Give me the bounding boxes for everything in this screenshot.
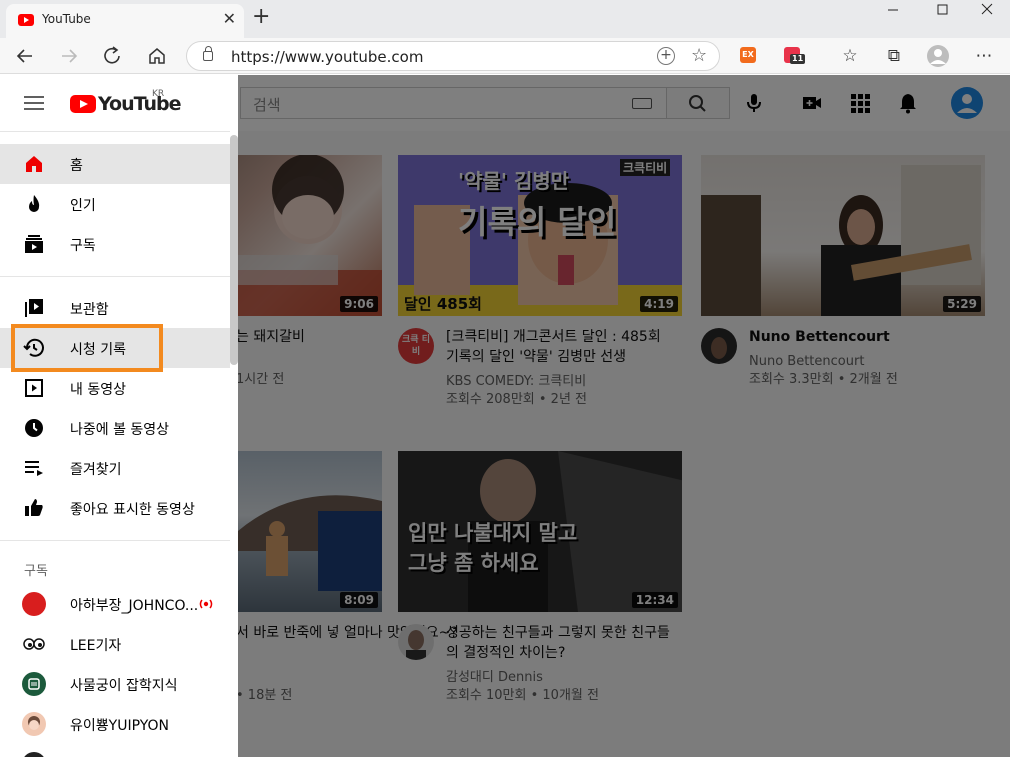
divider (0, 131, 230, 132)
sidebar-item-label: 내 동영상 (70, 382, 126, 398)
address-bar[interactable]: https://www.youtube.com + ☆ (186, 41, 720, 71)
subscription-item[interactable]: 유이뿅YUIPYON (0, 704, 230, 744)
tab-title: YouTube (42, 12, 91, 26)
home-icon (26, 156, 42, 172)
url-text: https://www.youtube.com (231, 48, 424, 66)
liked-icon (25, 499, 43, 516)
channel-avatar (22, 712, 46, 736)
youtube-favicon-icon (18, 14, 34, 26)
subscription-item[interactable] (0, 744, 230, 757)
divider (0, 540, 230, 541)
collections-icon[interactable]: ⧉ (882, 44, 906, 68)
subscription-item[interactable]: LEE기자 (0, 624, 230, 664)
youtube-play-icon (70, 95, 96, 113)
forward-button[interactable] (56, 44, 82, 68)
sidebar-item-label: 홈 (70, 158, 83, 174)
browser-toolbar: https://www.youtube.com + ☆ EX 11 ☆ ⧉ ⋯ (0, 38, 1010, 74)
new-tab-button[interactable]: + (252, 6, 270, 28)
sidebar-item-playlist[interactable]: 즐겨찾기 (0, 448, 230, 488)
drawer-scrollbar[interactable] (230, 135, 238, 365)
sidebar-item-my-videos[interactable]: 내 동영상 (0, 368, 230, 408)
sidebar-item-home[interactable]: 홈 (0, 144, 230, 184)
subscription-label: 유이뿅YUIPYON (70, 718, 169, 734)
extension-badge-icon[interactable]: 11 (784, 47, 806, 64)
my-videos-icon (25, 379, 43, 397)
logo-region: KR (152, 89, 165, 99)
channel-avatar (22, 752, 46, 757)
sidebar-item-label: 보관함 (70, 302, 109, 318)
extension-badge-count: 11 (790, 54, 806, 64)
more-menu-icon[interactable]: ⋯ (972, 44, 996, 68)
subscription-item[interactable]: 사물궁이 잡학지식 (0, 664, 230, 704)
sidebar-item-label: 인기 (70, 198, 96, 214)
library-icon (25, 299, 43, 317)
browser-tab-bar: YouTube ✕ + (0, 0, 1010, 38)
favorite-star-icon[interactable]: ☆ (691, 45, 707, 66)
sidebar-item-label: 좋아요 표시한 동영상 (70, 502, 195, 518)
maximize-button[interactable] (918, 0, 964, 30)
subscription-label: 사물궁이 잡학지식 (70, 678, 178, 694)
subscription-item[interactable]: 아하부장_JOHNCO... (0, 584, 230, 624)
back-button[interactable] (12, 44, 38, 68)
channel-avatar (22, 592, 46, 616)
sidebar-item-subscriptions[interactable]: 구독 (0, 224, 230, 264)
watch-later-icon (25, 419, 43, 437)
menu-icon[interactable] (24, 96, 44, 110)
extension-ex-icon[interactable]: EX (740, 47, 756, 63)
divider (0, 276, 230, 277)
minimize-button[interactable] (870, 0, 916, 30)
browser-tab[interactable]: YouTube ✕ (6, 4, 244, 38)
subscriptions-heading: 구독 (24, 564, 48, 579)
tab-close-button[interactable]: ✕ (223, 11, 236, 27)
sidebar-item-watch-later[interactable]: 나중에 볼 동영상 (0, 408, 230, 448)
sidebar-item-trending[interactable]: 인기 (0, 184, 230, 224)
sidebar-item-label: 즐겨찾기 (70, 462, 122, 478)
close-window-button[interactable] (964, 0, 1010, 30)
channel-avatar (22, 632, 46, 656)
sidebar-item-label: 구독 (70, 238, 96, 254)
channel-avatar (22, 672, 46, 696)
subscription-label: LEE기자 (70, 638, 122, 654)
playlist-icon (25, 461, 43, 476)
refresh-button[interactable] (100, 44, 126, 68)
logo-wordmark: YouTube (98, 93, 181, 115)
live-icon (199, 599, 213, 609)
subscription-label: 아하부장_JOHNCO... (70, 598, 199, 614)
favorites-icon[interactable]: ☆ (838, 44, 862, 68)
sidebar-item-library[interactable]: 보관함 (0, 288, 230, 328)
subscriptions-icon (25, 235, 43, 253)
add-page-icon[interactable]: + (657, 47, 675, 65)
lock-icon (203, 46, 213, 61)
guide-drawer: YouTube KR 홈 인기 구독 보관함 시청 기록 내 동영상 나중에 볼… (0, 75, 238, 757)
sidebar-item-label: 나중에 볼 동영상 (70, 422, 170, 438)
profile-icon[interactable] (926, 44, 950, 68)
youtube-page: 검색 9:06 는 돼지갈비 1시간 전 (0, 75, 1010, 757)
sidebar-item-liked[interactable]: 좋아요 표시한 동영상 (0, 488, 230, 528)
highlight-box (11, 324, 163, 372)
home-button[interactable] (144, 44, 170, 68)
trending-icon (29, 195, 40, 212)
